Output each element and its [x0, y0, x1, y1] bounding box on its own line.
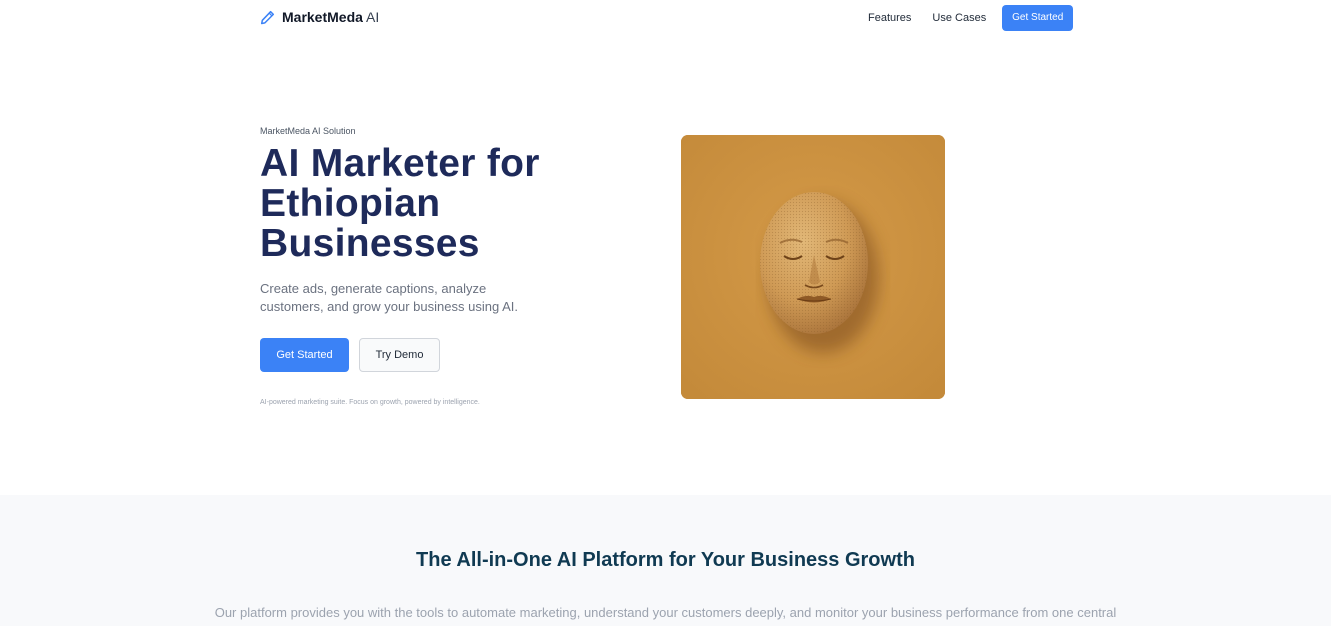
platform-title: The All-in-One AI Platform for Your Busi…: [416, 549, 915, 571]
hero-subtext: Create ads, generate captions, analyze c…: [260, 281, 518, 314]
brand-name: MarketMeda AI: [282, 9, 379, 26]
hero-section: MarketMeda AI Solution AI Marketer for E…: [0, 36, 1331, 495]
nav-get-started-button[interactable]: Get Started: [1002, 5, 1074, 31]
get-started-button[interactable]: Get Started: [260, 338, 349, 372]
brand-name-suffix: AI: [366, 9, 380, 25]
brand-logo[interactable]: MarketMeda AI: [260, 9, 379, 26]
platform-section: The All-in-One AI Platform for Your Busi…: [0, 495, 1331, 626]
nav-link-features[interactable]: Features: [868, 5, 911, 31]
hero-note: AI-powered marketing suite. Focus on gro…: [260, 399, 480, 406]
hero-headline: AI Marketer for Ethiopian Businesses: [260, 142, 540, 265]
hero-image: [681, 135, 945, 399]
platform-description: Our platform provides you with the tools…: [214, 605, 1117, 620]
try-demo-button[interactable]: Try Demo: [359, 338, 440, 372]
pencil-icon: [260, 10, 275, 25]
top-nav: MarketMeda AI Features Use Cases Get Sta…: [0, 0, 1331, 36]
nav-links: Features Use Cases Get Started: [868, 5, 1074, 31]
nav-link-use-cases[interactable]: Use Cases: [932, 5, 986, 31]
hero-eyebrow: MarketMeda AI Solution: [260, 126, 356, 136]
carved-face-mask-illustration: [681, 135, 945, 399]
brand-name-bold: MarketMeda: [282, 9, 363, 25]
